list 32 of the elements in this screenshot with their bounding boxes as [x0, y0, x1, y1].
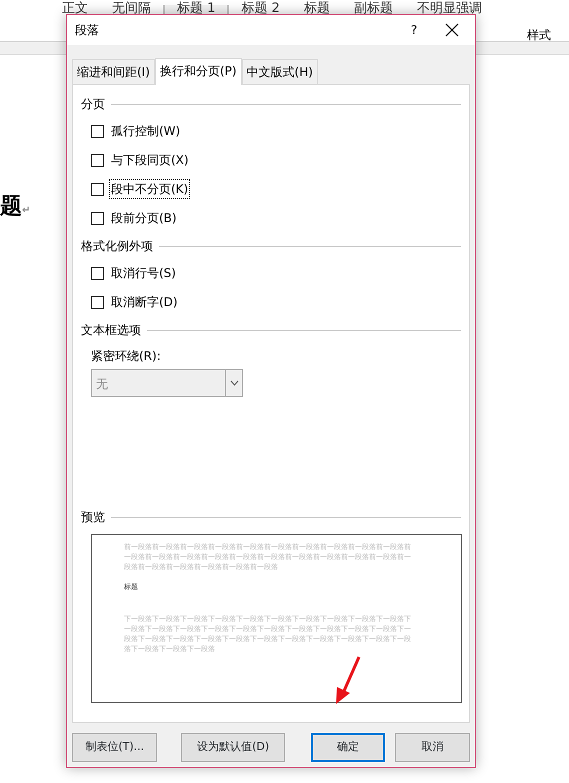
checkbox-label[interactable]: 取消行号(S) [109, 263, 178, 283]
paragraph-mark: ↵ [22, 205, 30, 216]
annotation-arrow [336, 656, 360, 704]
checkbox[interactable] [91, 154, 104, 166]
dialog-tab[interactable]: 中文版式(H) [242, 59, 318, 84]
section-title: 预览 [81, 509, 105, 526]
dialog-button[interactable]: 制表位(T)... [72, 733, 158, 762]
checkbox[interactable] [91, 212, 104, 224]
checkbox-label[interactable]: 段中不分页(K) [109, 179, 190, 199]
checkbox-label[interactable]: 与下段同页(X) [109, 150, 191, 170]
caret-icon [230, 380, 238, 386]
dialog-button[interactable]: 设为默认值(D) [181, 733, 285, 762]
dialog-button[interactable]: 取消 [395, 733, 470, 762]
checkbox[interactable] [91, 124, 104, 138]
checkbox[interactable] [91, 266, 104, 280]
section-title: 文本框选项 [81, 322, 141, 339]
section-title: 分页 [81, 96, 105, 113]
checkbox[interactable] [91, 182, 104, 196]
dialog-tab[interactable]: 缩进和间距(I) [72, 59, 155, 84]
ribbon-group-label: 样式 [527, 27, 551, 44]
close-icon[interactable] [445, 23, 459, 37]
document-heading: 题 [0, 194, 22, 219]
dialog-tab[interactable]: 换行和分页(P) [154, 58, 242, 85]
dialog-title: 段落 [75, 22, 100, 39]
checkbox-label[interactable]: 孤行控制(W) [109, 121, 182, 141]
checkbox-label[interactable]: 取消断字(D) [109, 292, 180, 312]
section-title: 格式化例外项 [81, 238, 153, 255]
help-button[interactable]: ? [389, 21, 439, 39]
checkbox-label[interactable]: 段前分页(B) [109, 208, 179, 228]
checkbox[interactable] [91, 296, 104, 308]
dialog-button[interactable]: 确定 [310, 733, 386, 762]
field-label: 紧密环绕(R): [91, 348, 162, 365]
